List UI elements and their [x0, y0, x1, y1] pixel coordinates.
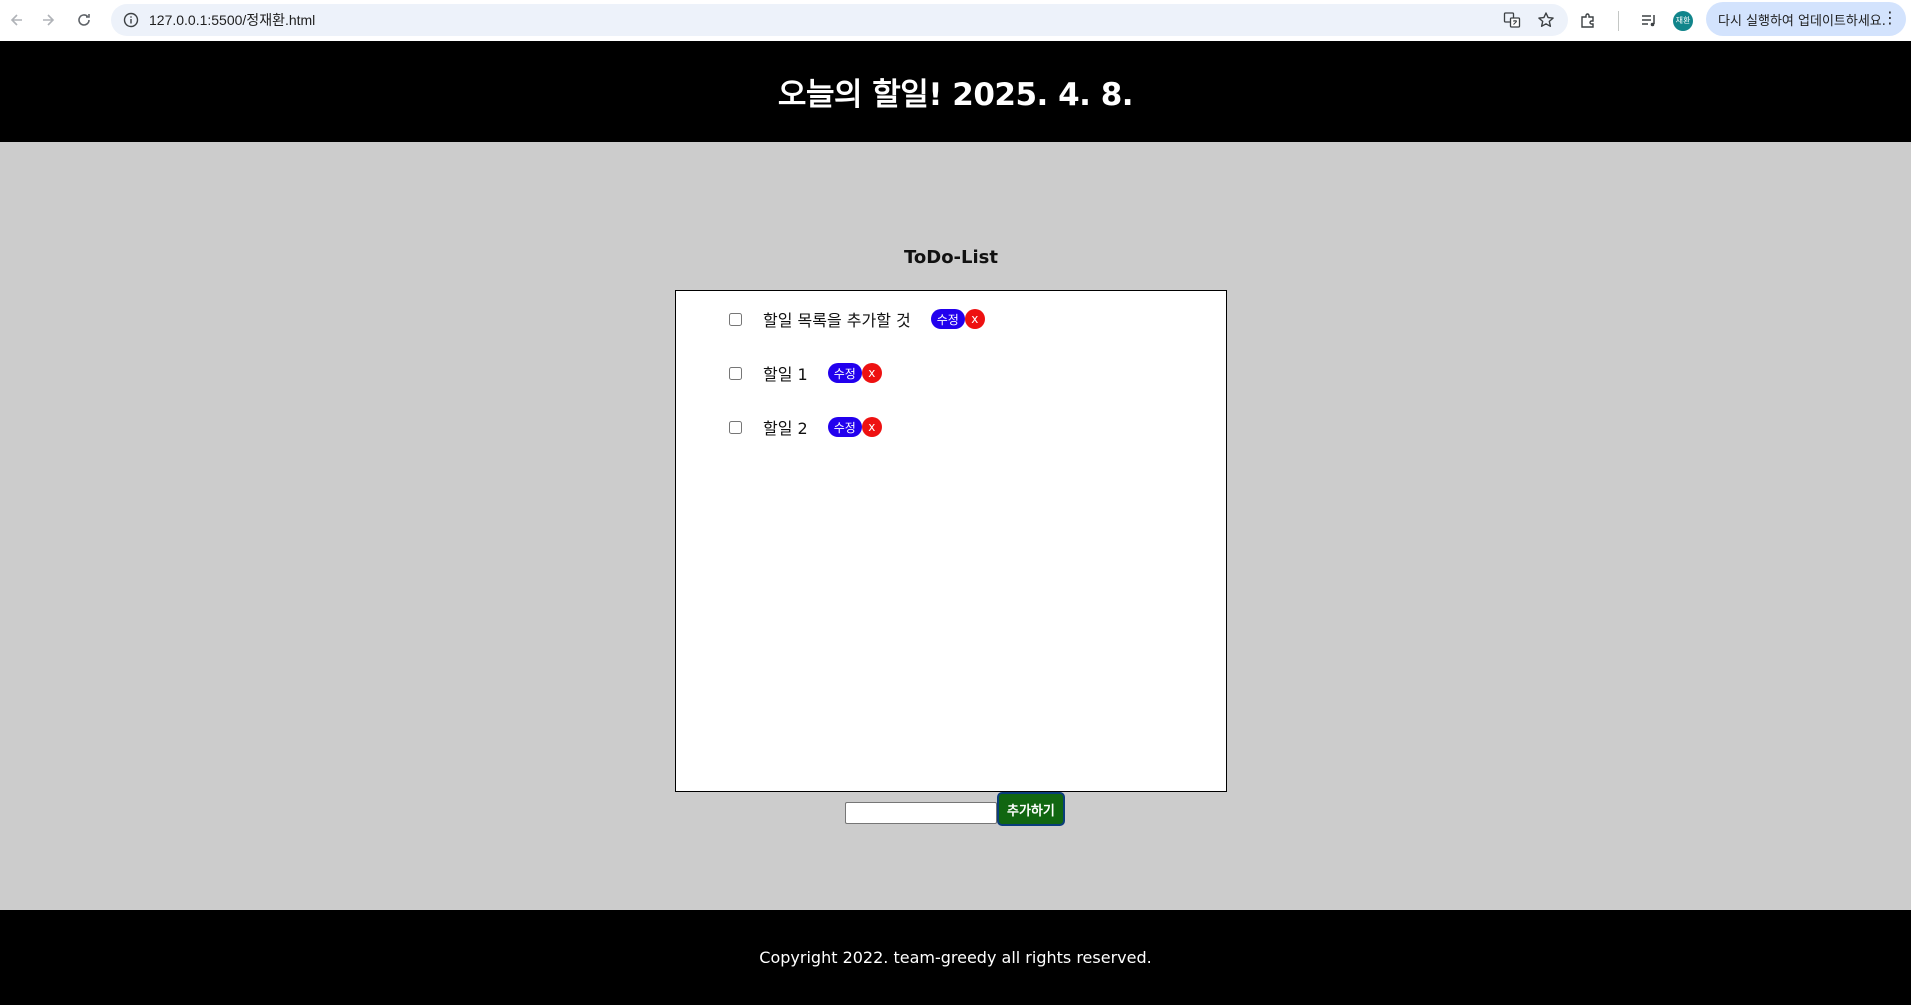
browser-toolbar: 127.0.0.1:5500/정재환.html 재환 다시 실행하여 업데이트하…: [0, 0, 1911, 41]
edit-button[interactable]: 수정: [827, 417, 862, 437]
extensions-icon[interactable]: [1574, 7, 1602, 35]
todo-checkbox[interactable]: [729, 420, 742, 434]
edit-button[interactable]: 수정: [827, 363, 862, 383]
url-text: 127.0.0.1:5500/정재환.html: [149, 12, 316, 28]
media-icon[interactable]: [1635, 7, 1663, 35]
star-icon[interactable]: [1534, 8, 1558, 32]
edit-button[interactable]: 수정: [930, 309, 965, 329]
info-icon[interactable]: [119, 8, 143, 32]
update-button[interactable]: 다시 실행하여 업데이트하세요. ⋮: [1706, 2, 1906, 36]
list-item: 할일 2 수정 x: [729, 414, 882, 440]
page-header: 오늘의 할일! 2025. 4. 8.: [0, 41, 1911, 142]
delete-button[interactable]: x: [861, 417, 882, 437]
todo-text: 할일 2: [763, 419, 808, 438]
forward-icon[interactable]: [31, 3, 65, 37]
reload-icon[interactable]: [67, 3, 101, 37]
todo-list: 할일 목록을 추가할 것 수정 x 할일 1 수정 x 할일 2 수정 x: [675, 290, 1227, 792]
delete-button[interactable]: x: [964, 309, 985, 329]
toolbar-divider: [1618, 10, 1619, 31]
todo-text: 할일 1: [763, 365, 808, 384]
list-title: ToDo-List: [904, 247, 998, 268]
menu-dots-icon[interactable]: ⋮: [1882, 8, 1898, 27]
address-bar[interactable]: 127.0.0.1:5500/정재환.html: [111, 4, 1568, 36]
todo-checkbox[interactable]: [729, 366, 742, 380]
avatar[interactable]: 재환: [1673, 10, 1693, 31]
new-todo-input[interactable]: [845, 802, 997, 824]
page-title: 오늘의 할일! 2025. 4. 8.: [777, 77, 1134, 113]
todo-text: 할일 목록을 추가할 것: [763, 311, 911, 330]
translate-icon[interactable]: [1500, 8, 1524, 32]
add-todo-form: 추가하기: [845, 792, 1065, 826]
list-item: 할일 목록을 추가할 것 수정 x: [729, 306, 985, 332]
delete-button[interactable]: x: [861, 363, 882, 383]
update-label: 다시 실행하여 업데이트하세요.: [1718, 13, 1886, 29]
page-footer: Copyright 2022. team-greedy all rights r…: [0, 910, 1911, 1005]
copyright-text: Copyright 2022. team-greedy all rights r…: [759, 948, 1152, 967]
list-item: 할일 1 수정 x: [729, 360, 882, 386]
back-icon[interactable]: [0, 3, 34, 37]
add-button[interactable]: 추가하기: [997, 792, 1065, 826]
todo-checkbox[interactable]: [729, 312, 742, 326]
